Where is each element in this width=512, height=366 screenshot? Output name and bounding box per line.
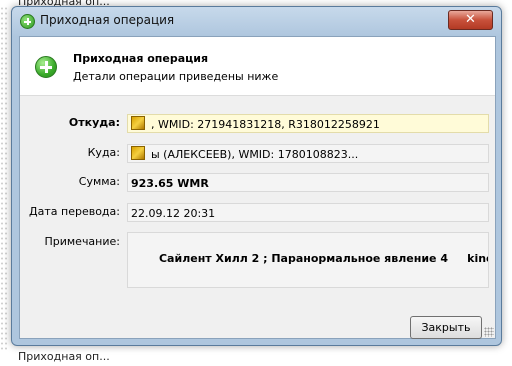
resize-grip[interactable] — [484, 327, 494, 337]
amount-value: 923.65 WMR — [131, 177, 209, 190]
amount-field[interactable]: 923.65 WMR — [127, 173, 489, 192]
dialog-window: Приходная операция ✕ Приходная операция … — [11, 6, 502, 346]
header-title: Приходная операция — [73, 52, 209, 65]
from-field[interactable]: , WMID: 271941831218, R318012258921 — [127, 114, 489, 133]
date-field[interactable]: 22.09.12 20:31 — [127, 203, 489, 222]
webmoney-icon — [131, 116, 145, 130]
dialog-client-area: Приходная операция Детали операции приве… — [19, 36, 496, 339]
note-field[interactable]: Сайлент Хилл 2 ; Паранормальное явление … — [127, 232, 489, 288]
date-label: Дата перевода: — [29, 205, 120, 218]
background-list-item-bottom[interactable]: Приходная оп... — [18, 350, 110, 363]
dialog-header: Приходная операция Детали операции приве… — [20, 37, 495, 96]
window-title: Приходная операция — [40, 13, 175, 27]
title-bar[interactable]: Приходная операция ✕ — [12, 7, 501, 36]
close-icon: ✕ — [465, 12, 476, 27]
background-dots — [0, 6, 8, 351]
window-close-button[interactable]: ✕ — [448, 10, 493, 30]
to-value: ы (АЛЕКСЕЕВ), WMID: 1780108823... — [151, 148, 359, 161]
webmoney-icon — [131, 146, 145, 160]
add-circle-icon — [20, 14, 35, 29]
header-subtitle: Детали операции приведены ниже — [73, 70, 279, 83]
from-label: Откуда: — [68, 116, 120, 129]
add-circle-icon — [35, 56, 57, 78]
from-value: , WMID: 271941831218, R318012258921 — [151, 118, 380, 131]
to-label: Куда: — [87, 146, 120, 159]
note-value: Сайлент Хилл 2 ; Паранормальное явление … — [158, 252, 488, 265]
close-button[interactable]: Закрыть — [410, 316, 482, 339]
to-field[interactable]: ы (АЛЕКСЕЕВ), WMID: 1780108823... — [127, 144, 489, 163]
amount-label: Сумма: — [78, 175, 120, 188]
details-panel: Откуда: , WMID: 271941831218, R318012258… — [20, 96, 495, 339]
note-label: Примечание: — [44, 235, 120, 248]
date-value: 22.09.12 20:31 — [131, 207, 216, 220]
